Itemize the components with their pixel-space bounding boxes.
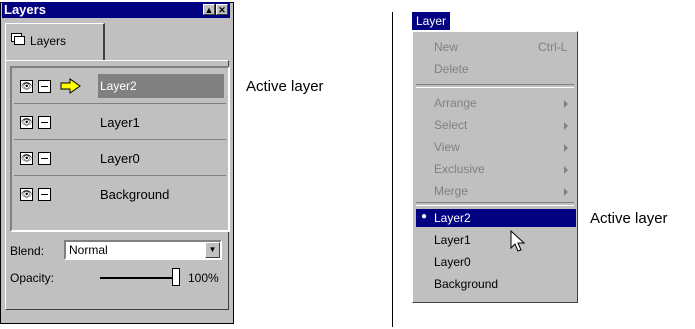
lock-toggle[interactable]	[38, 152, 51, 165]
lock-toggle[interactable]	[38, 116, 51, 129]
blend-select[interactable]: Normal ▼	[64, 240, 222, 260]
layer-name: Layer0	[100, 151, 140, 166]
layer-name: Layer1	[100, 115, 140, 130]
layer-row-layer0[interactable]: 👁 Layer0	[14, 140, 226, 176]
menu-item-delete[interactable]: Delete	[434, 62, 469, 76]
layers-icon-back	[14, 36, 25, 45]
blend-label: Blend:	[10, 244, 45, 258]
layer-name: Layer2	[100, 79, 137, 93]
minimize-button[interactable]: ▲	[203, 4, 215, 15]
menu-layer-item-background[interactable]: Background	[434, 277, 498, 291]
menu-item-arrange[interactable]: Arrange	[434, 96, 477, 110]
lock-toggle[interactable]	[38, 188, 51, 201]
menu-item-select[interactable]: Select	[434, 118, 467, 132]
mouse-cursor-icon	[510, 230, 526, 252]
menu-layer-label: Layer	[415, 14, 447, 28]
menu-separator	[416, 84, 574, 88]
menu-layer-item-layer2[interactable]: Layer2	[434, 211, 471, 225]
eye-icon[interactable]: 👁	[20, 116, 33, 129]
opacity-slider-track[interactable]	[100, 277, 178, 279]
tab-layers-label: Layers	[30, 34, 67, 48]
layers-panel-title: Layers	[4, 2, 46, 17]
annotation-right: Active layer	[590, 210, 668, 227]
submenu-arrow-icon	[564, 100, 568, 108]
layer-row-layer2[interactable]: 👁 Layer2	[14, 68, 226, 104]
menu-item-view[interactable]: View	[434, 140, 460, 154]
lock-toggle[interactable]	[38, 80, 51, 93]
tab-layers[interactable]: Layers	[5, 23, 105, 61]
eye-icon[interactable]: 👁	[20, 80, 33, 93]
eye-icon[interactable]: 👁	[20, 152, 33, 165]
menu-layer-item-layer0[interactable]: Layer0	[434, 255, 471, 269]
blend-value: Normal	[69, 243, 108, 257]
menu-layer[interactable]: Layer	[412, 12, 450, 30]
menu-item-new-shortcut: Ctrl-L	[538, 40, 568, 54]
chevron-down-icon[interactable]: ▼	[205, 242, 220, 258]
submenu-arrow-icon	[564, 144, 568, 152]
layer-row-selection: Layer2	[98, 74, 224, 98]
annotation-left: Active layer	[246, 78, 324, 95]
eye-icon[interactable]: 👁	[20, 188, 33, 201]
submenu-arrow-icon	[564, 188, 568, 196]
close-button[interactable]: ✕	[216, 4, 228, 15]
menu-item-merge[interactable]: Merge	[434, 184, 468, 198]
opacity-label: Opacity:	[10, 271, 55, 285]
check-bullet-icon: ●	[421, 211, 428, 222]
layer-name: Background	[100, 187, 170, 202]
submenu-arrow-icon	[564, 166, 568, 174]
active-arrow-icon	[60, 78, 81, 94]
submenu-arrow-icon	[564, 122, 568, 130]
menu-item-exclusive[interactable]: Exclusive	[434, 162, 485, 176]
menu-separator	[416, 202, 574, 206]
layers-panel-titlebar[interactable]: Layers	[2, 2, 230, 18]
opacity-slider-thumb[interactable]	[172, 268, 180, 286]
layer-row-background[interactable]: 👁 Background	[14, 176, 226, 212]
menu-layer-item-layer1[interactable]: Layer1	[434, 233, 471, 247]
layer-row-layer1[interactable]: 👁 Layer1	[14, 104, 226, 140]
menu-item-new[interactable]: New	[434, 40, 458, 54]
opacity-value: 100%	[188, 271, 219, 285]
divider	[392, 12, 393, 327]
